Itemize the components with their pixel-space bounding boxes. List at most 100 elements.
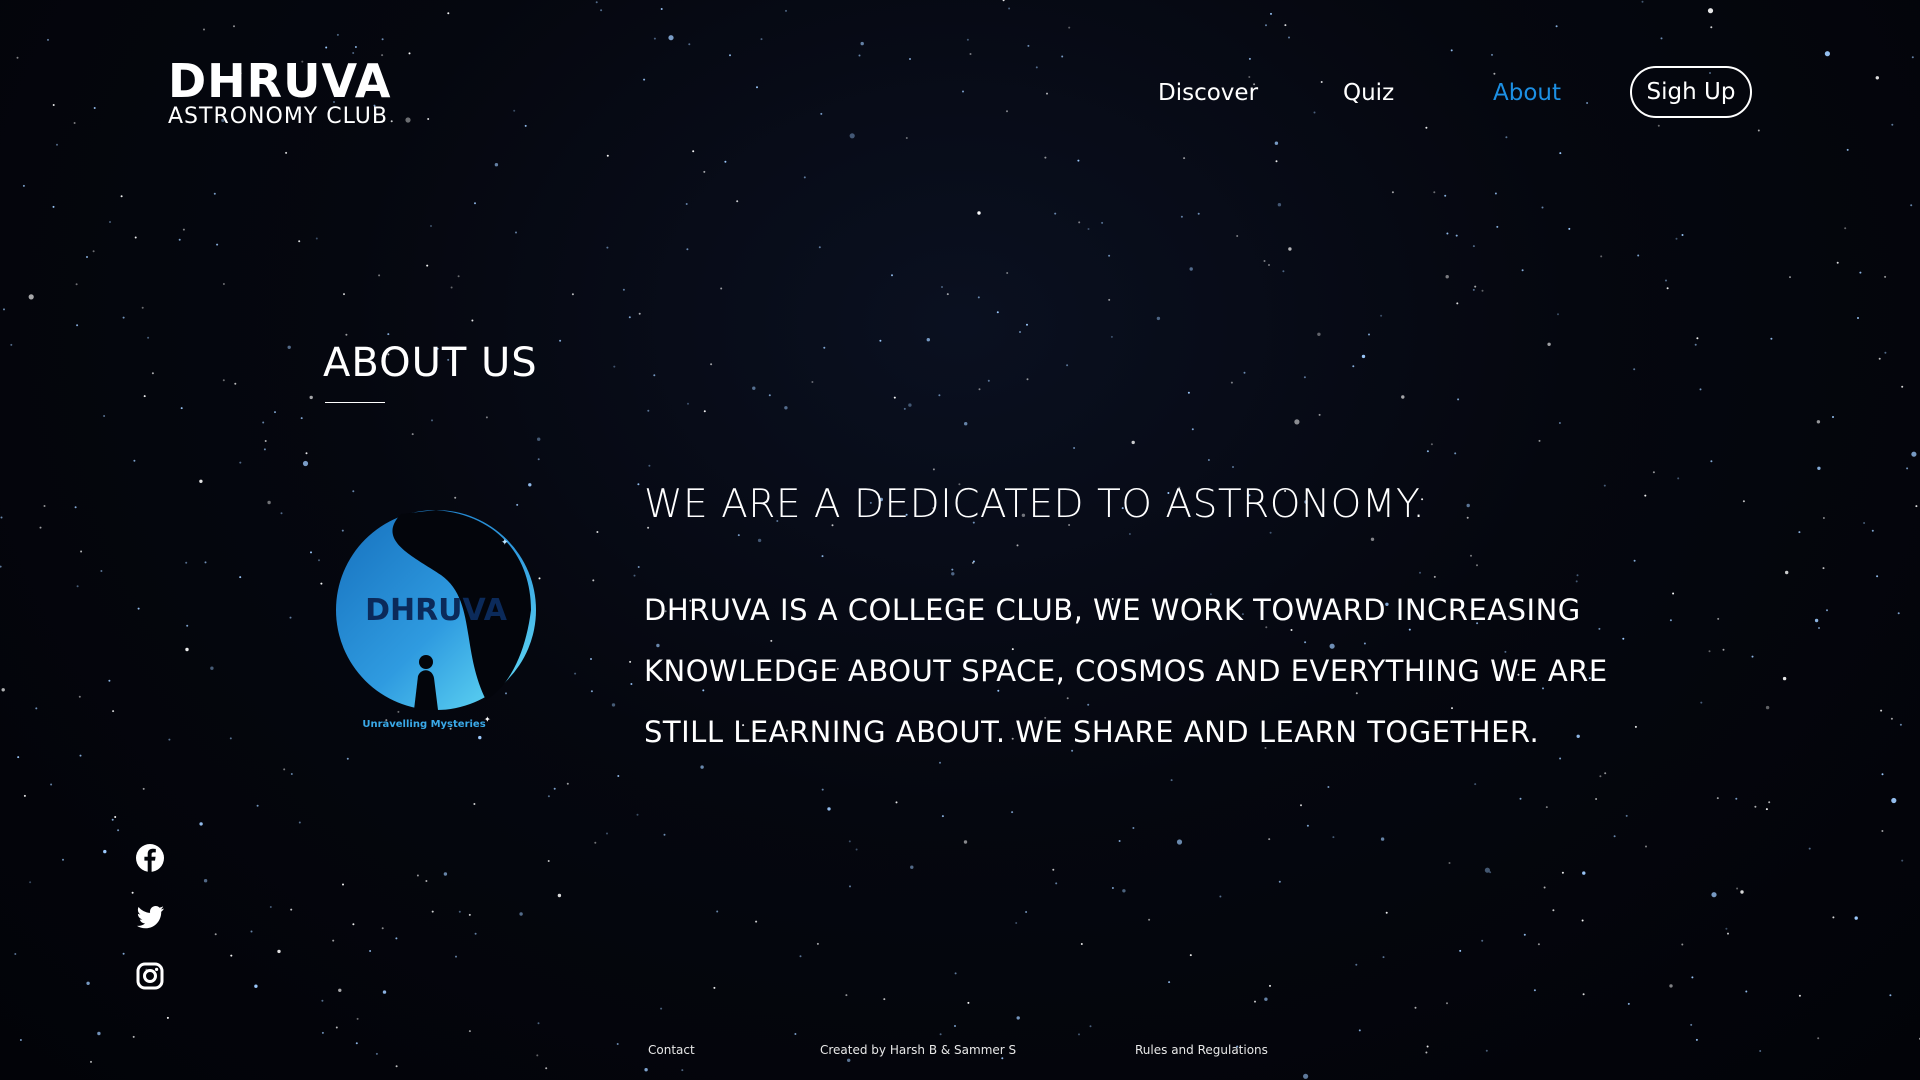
star — [1765, 705, 1770, 710]
star — [784, 406, 788, 410]
star — [290, 773, 293, 775]
star — [1541, 206, 1544, 209]
star — [1265, 24, 1267, 27]
footer-contact-link[interactable]: Contact — [648, 1043, 695, 1057]
brand-logo[interactable]: DHRUVA ASTRONOMY CLUB — [168, 58, 392, 128]
star — [1875, 76, 1880, 80]
star — [1481, 939, 1484, 942]
star — [1288, 36, 1290, 39]
nav-link-about[interactable]: About — [1493, 80, 1561, 106]
star — [1054, 212, 1057, 215]
star — [425, 880, 428, 882]
club-logo: DHRUVA Unravelling Mysteries ✦ ✦ — [336, 510, 536, 730]
star — [39, 526, 42, 529]
star — [378, 274, 381, 277]
star — [1425, 1051, 1428, 1054]
facebook-link[interactable] — [130, 838, 170, 878]
star — [22, 184, 25, 187]
star — [1156, 316, 1161, 321]
nav-link-quiz[interactable]: Quiz — [1343, 80, 1394, 106]
star — [946, 293, 949, 296]
star — [47, 38, 49, 41]
star — [1391, 191, 1394, 194]
star — [494, 163, 499, 167]
star — [239, 576, 242, 579]
star — [1789, 276, 1791, 279]
star — [794, 1033, 797, 1035]
star — [1183, 157, 1186, 160]
star — [785, 9, 787, 12]
star — [185, 561, 188, 564]
star — [352, 923, 355, 926]
star — [613, 365, 616, 368]
star — [1219, 895, 1222, 898]
star — [1727, 932, 1729, 935]
star — [910, 865, 914, 869]
star — [222, 379, 225, 382]
star — [536, 1054, 539, 1057]
star — [1026, 323, 1028, 326]
star — [62, 858, 64, 861]
star — [122, 952, 125, 955]
star — [1557, 313, 1559, 316]
star — [300, 417, 303, 420]
star — [1582, 993, 1585, 996]
star — [977, 296, 980, 299]
star — [1016, 1016, 1020, 1020]
instagram-link[interactable] — [130, 956, 170, 996]
star — [849, 133, 855, 139]
star — [1248, 57, 1251, 60]
star — [117, 829, 120, 832]
star — [336, 33, 339, 36]
star — [820, 112, 823, 115]
nav-link-discover[interactable]: Discover — [1158, 80, 1258, 106]
star — [1710, 460, 1713, 463]
star — [537, 437, 541, 441]
star — [1757, 129, 1760, 132]
star — [56, 143, 58, 146]
star — [1044, 156, 1047, 159]
star — [1824, 51, 1830, 57]
star — [382, 990, 387, 994]
star — [1170, 779, 1173, 782]
star — [1002, 0, 1005, 2]
star — [1808, 847, 1811, 850]
star — [1110, 335, 1113, 338]
star — [1011, 811, 1014, 814]
star — [103, 849, 107, 854]
star — [1108, 298, 1111, 301]
star — [685, 203, 688, 205]
footer-rules-link[interactable]: Rules and Regulations — [1135, 1043, 1268, 1057]
star — [287, 345, 291, 349]
star — [1751, 655, 1754, 658]
star — [411, 433, 414, 436]
star — [1282, 270, 1285, 273]
star — [592, 579, 595, 582]
star — [1485, 1049, 1488, 1052]
star — [969, 53, 972, 55]
star — [528, 483, 532, 487]
star — [1052, 868, 1055, 871]
star — [1880, 709, 1883, 712]
star — [858, 54, 861, 57]
star — [1197, 212, 1200, 215]
star — [1906, 467, 1909, 470]
star — [1890, 717, 1893, 720]
twitter-link[interactable] — [130, 897, 170, 937]
star — [416, 874, 419, 877]
star — [1521, 269, 1524, 272]
star — [103, 415, 106, 417]
star — [1317, 332, 1321, 336]
star — [199, 822, 203, 826]
signup-button[interactable]: Sigh Up — [1630, 66, 1752, 118]
star — [79, 754, 82, 757]
star — [1270, 12, 1272, 15]
star — [1466, 503, 1470, 508]
star — [320, 582, 323, 585]
star — [1876, 575, 1879, 578]
logo-sparkle-icon: ✦ — [484, 715, 491, 724]
star — [309, 395, 313, 400]
star — [0, 565, 2, 568]
star — [823, 346, 826, 349]
star — [52, 104, 55, 106]
